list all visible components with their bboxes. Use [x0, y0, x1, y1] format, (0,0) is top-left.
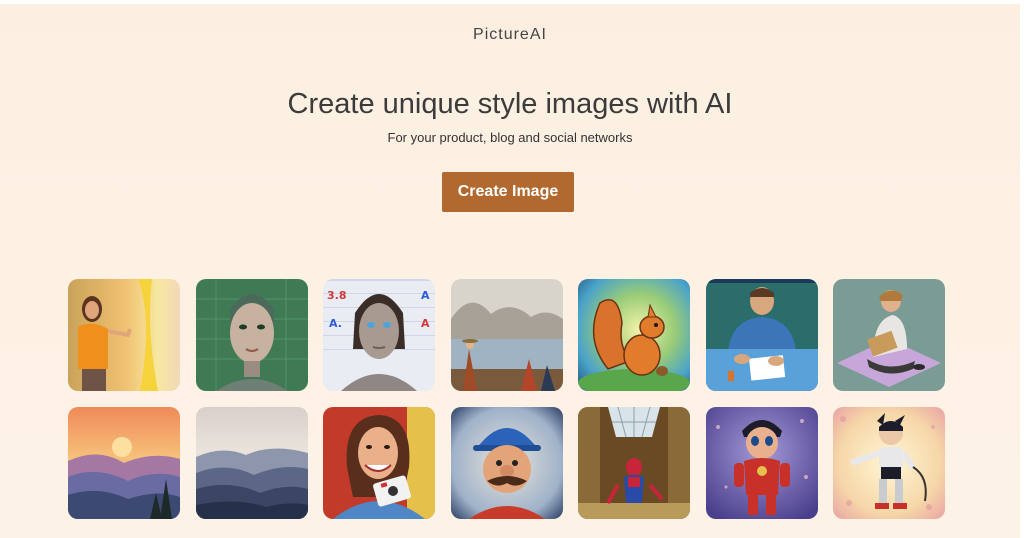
squirrel-image[interactable]: [578, 279, 690, 391]
astro-robot-image[interactable]: [833, 407, 945, 519]
mustache-man-cap-image[interactable]: [450, 407, 563, 519]
hero-subtitle: For your product, blog and social networ…: [387, 130, 633, 145]
man-writing-image[interactable]: [705, 279, 818, 391]
svg-text:A: A: [421, 289, 430, 302]
smiling-woman-camera-image[interactable]: [323, 407, 435, 519]
woman-pointing-image[interactable]: [68, 279, 180, 391]
red-robot-boy-image[interactable]: [705, 407, 818, 519]
svg-text:A: A: [421, 317, 430, 330]
brand-logo-text[interactable]: PictureAI: [0, 26, 1020, 44]
create-image-button[interactable]: Create Image: [442, 172, 574, 212]
svg-text:A.: A.: [329, 317, 342, 330]
robot-woman-portrait-image[interactable]: [195, 279, 308, 391]
landing-page: PictureAI Create unique style images wit…: [0, 4, 1020, 538]
lakeside-painting-image[interactable]: [450, 279, 563, 391]
spider-hero-image[interactable]: [578, 407, 690, 519]
blue-mountains-image[interactable]: [195, 407, 308, 519]
sunset-mountains-image[interactable]: [68, 407, 180, 519]
android-face-letters-image[interactable]: 3.8 A A. A: [323, 279, 435, 391]
svg-text:3.8: 3.8: [327, 289, 347, 302]
image-gallery: 3.8 A A. A: [68, 279, 945, 519]
person-reading-image[interactable]: [833, 279, 945, 391]
hero-title: Create unique style images with AI: [287, 88, 733, 120]
